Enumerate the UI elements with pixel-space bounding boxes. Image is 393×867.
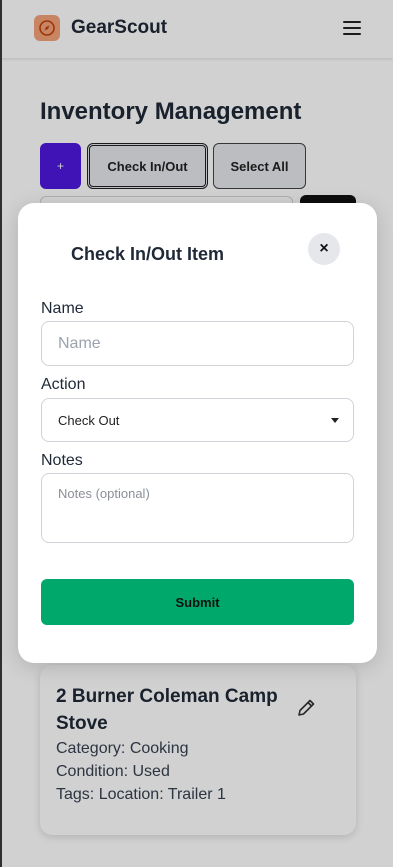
notes-label: Notes xyxy=(41,452,83,469)
submit-button[interactable]: Submit xyxy=(41,579,354,625)
action-label: Action xyxy=(41,376,86,393)
name-label: Name xyxy=(41,300,84,317)
name-input[interactable] xyxy=(41,321,354,366)
close-button[interactable]: × xyxy=(308,233,340,265)
check-in-out-modal: Check In/Out Item × Name Action Check Ou… xyxy=(18,203,377,663)
notes-textarea[interactable] xyxy=(41,473,354,543)
close-icon: × xyxy=(319,240,329,257)
chevron-down-icon xyxy=(331,418,339,423)
action-selected-value: Check Out xyxy=(58,412,120,428)
action-select[interactable]: Check Out xyxy=(41,398,354,442)
modal-title: Check In/Out Item xyxy=(71,244,225,264)
